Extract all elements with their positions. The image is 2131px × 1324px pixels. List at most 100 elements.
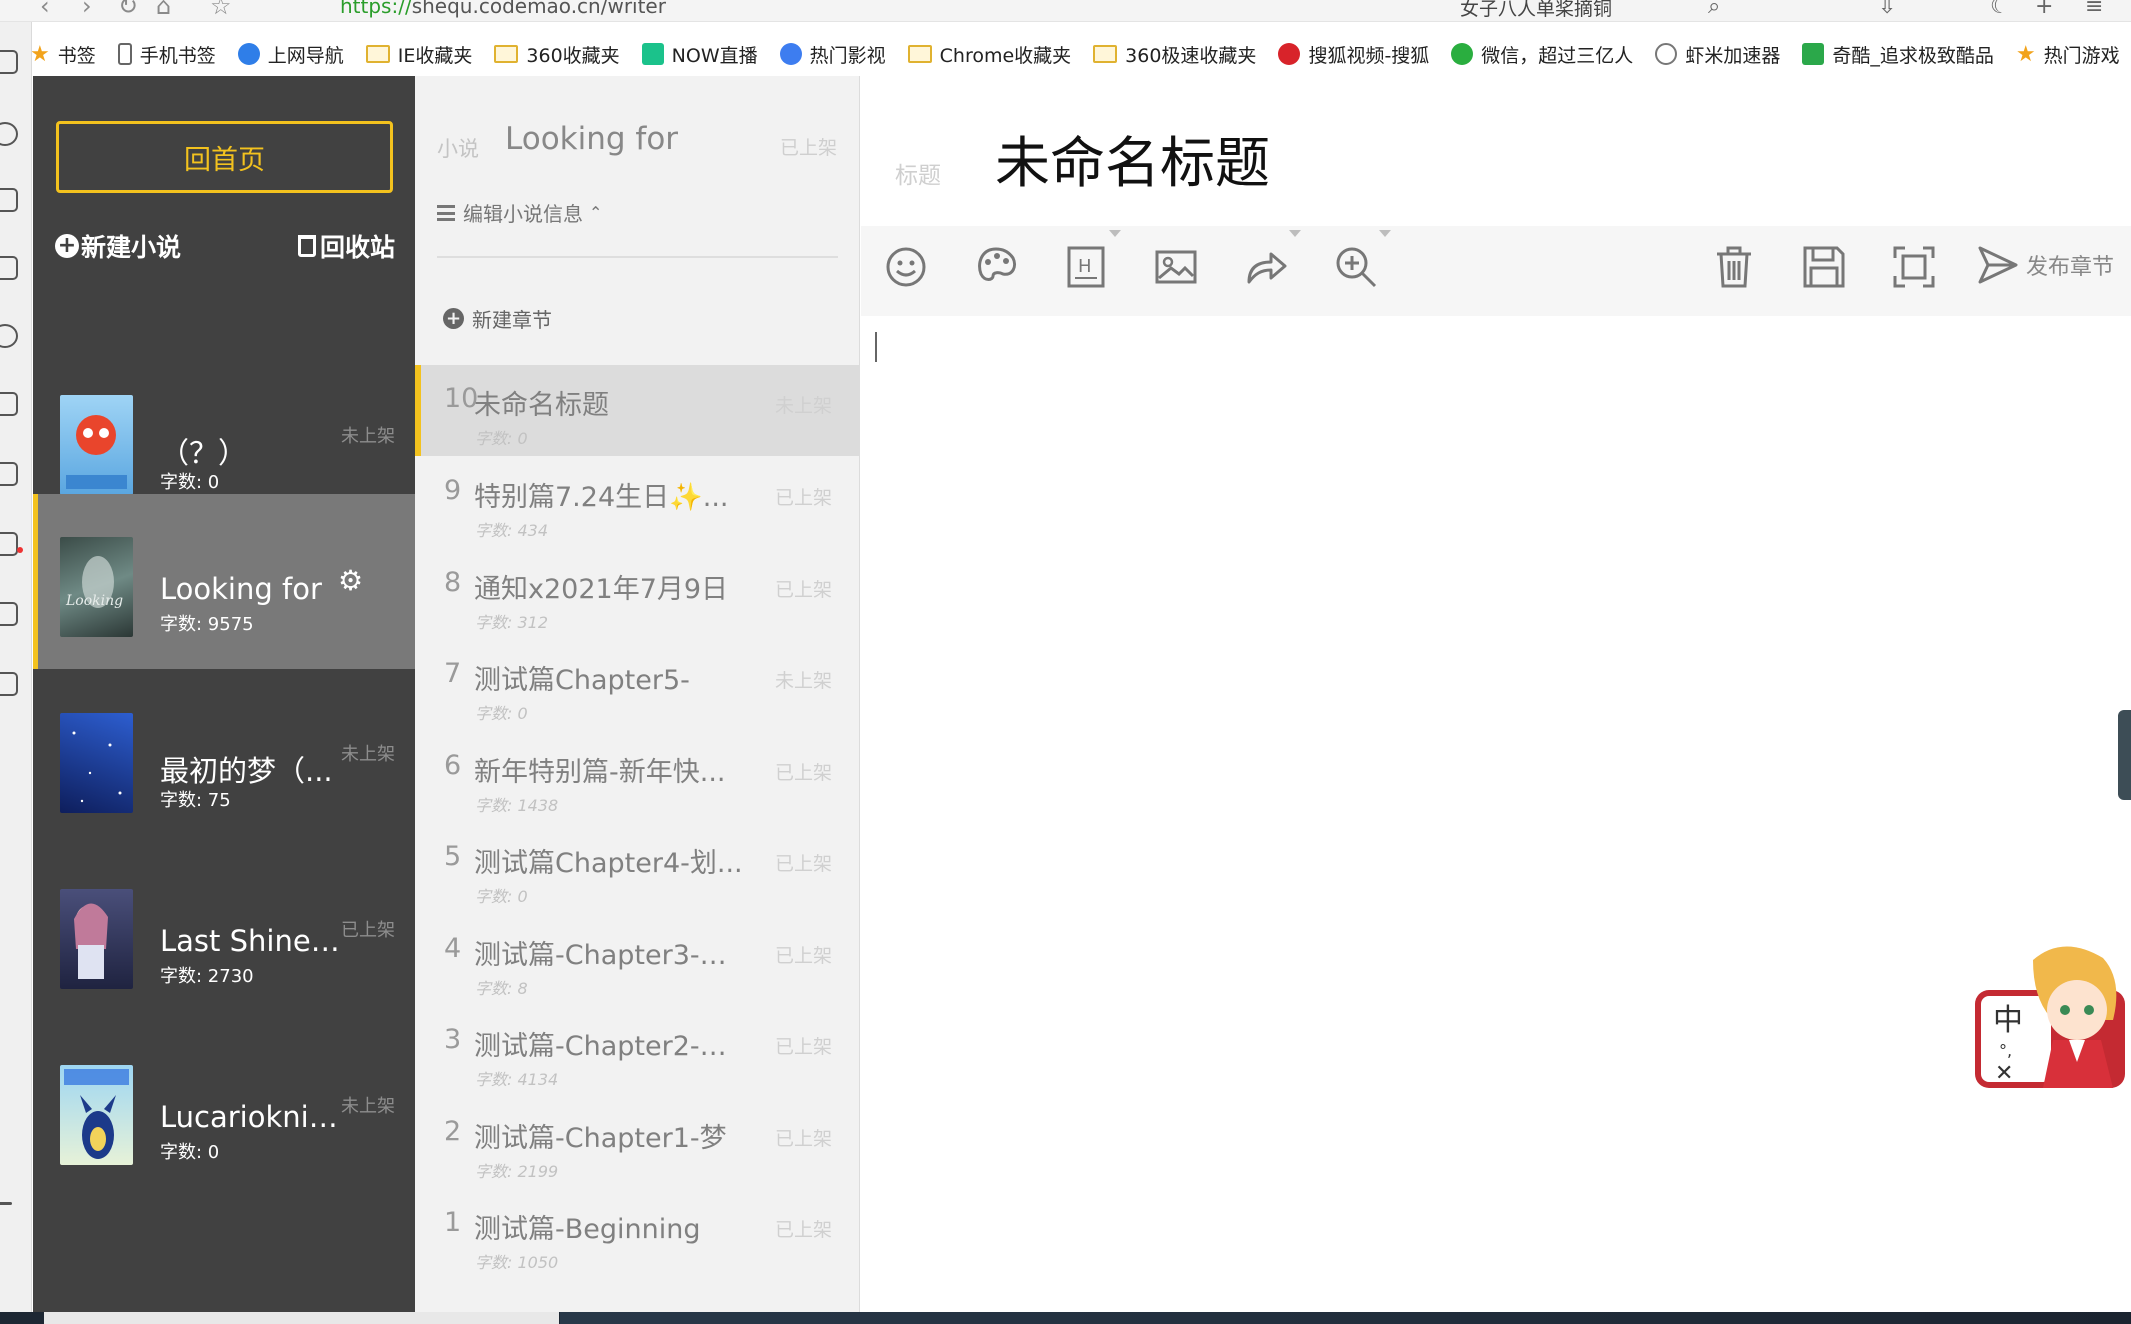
trash-icon[interactable]	[1711, 244, 1757, 290]
novel-cover	[60, 713, 133, 813]
search-hint[interactable]: 女子八人单桨摘铜	[1460, 0, 1612, 21]
book-icon[interactable]	[0, 602, 18, 626]
chapter-item[interactable]: 2 测试篇-Chapter1-梦 字数: 2199 已上架	[415, 1098, 860, 1189]
os-taskbar	[0, 1312, 2131, 1324]
window-icon[interactable]	[0, 188, 18, 212]
chapter-number: 5	[444, 841, 462, 872]
search-icon[interactable]	[0, 122, 18, 146]
chapter-item[interactable]: 6 新年特别篇-新年快... 字数: 1438 已上架	[415, 732, 860, 823]
taskbar-apps[interactable]	[560, 1312, 2131, 1324]
refresh-icon[interactable]: ↻	[118, 0, 138, 20]
chapter-title-input[interactable]: 未命名标题	[995, 118, 1270, 198]
search-icon[interactable]: ⌕	[1708, 0, 1720, 19]
ime-mode-label: 中	[1993, 1003, 2023, 1038]
content-text-area[interactable]	[875, 332, 877, 362]
chapter-item[interactable]: 7 测试篇Chapter5- 字数: 0 未上架	[415, 640, 860, 731]
chapter-item[interactable]: 8 通知x2021年7月9日 字数: 312 已上架	[415, 549, 860, 640]
browser-toolbar: ‹ › ↻ ⌂ ☆ https://shequ.codemao.cn/write…	[0, 0, 2131, 22]
heading-icon[interactable]: H	[1063, 244, 1109, 290]
bookmark-item[interactable]: ★ 书签	[30, 41, 96, 68]
emoji-icon[interactable]	[883, 244, 929, 290]
bookmark-item[interactable]: 上网导航	[237, 41, 344, 68]
chapter-title: 测试篇-Beginning	[474, 1214, 701, 1245]
chapter-number: 7	[444, 658, 462, 689]
palette-icon[interactable]	[973, 244, 1019, 290]
forward-icon[interactable]: ›	[82, 0, 92, 20]
taskbar-search[interactable]	[44, 1312, 559, 1324]
chapter-item[interactable]: 3 测试篇-Chapter2-找... 字数: 4134 已上架	[415, 1006, 860, 1097]
chapter-number: 2	[444, 1116, 462, 1147]
chapter-item[interactable]: 1 测试篇-Beginning 字数: 1050 已上架	[415, 1189, 860, 1280]
night-mode-icon[interactable]: ☾	[1990, 0, 2010, 19]
zoom-in-icon[interactable]	[1333, 244, 1379, 290]
home-icon[interactable]: ⌂	[156, 0, 171, 20]
chapter-word-count: 字数: 2199	[475, 1162, 559, 1181]
edit-novel-info-button[interactable]: 编辑小说信息 ⌃	[437, 198, 602, 227]
new-novel-button[interactable]: + 新建小说	[55, 228, 181, 264]
svg-text:Looking: Looking	[65, 593, 123, 609]
bag-icon[interactable]	[0, 672, 18, 696]
novel-status: 未上架	[341, 1096, 395, 1117]
share-icon[interactable]	[1243, 244, 1289, 290]
new-tab-icon[interactable]: +	[2035, 0, 2053, 19]
bookmark-item[interactable]: 虾米加速器	[1655, 41, 1780, 68]
bookmark-item[interactable]: ★ 热门游戏	[2016, 41, 2120, 68]
home-button[interactable]: 回首页	[56, 121, 393, 193]
novel-item-active[interactable]: Looking Looking for 字数: 9575 ⚙	[33, 494, 415, 669]
novel-word-count: 字数: 2730	[160, 966, 254, 987]
bookmark-item[interactable]: 360极速收藏夹	[1093, 41, 1256, 68]
chevron-down-icon[interactable]	[1109, 230, 1121, 237]
download-icon[interactable]: ⇩	[1878, 0, 1896, 19]
bookmark-item[interactable]: NOW直播	[641, 41, 758, 68]
image-icon[interactable]	[1153, 244, 1199, 290]
address-bar[interactable]: https://shequ.codemao.cn/writer	[340, 0, 666, 18]
chapter-status: 已上架	[774, 853, 832, 875]
star-icon[interactable]	[0, 392, 18, 416]
cover-mascot-image	[66, 415, 127, 489]
bookmark-item[interactable]: 手机书签	[117, 41, 216, 68]
chapter-item-active[interactable]: 10 未命名标题 字数: 0 未上架	[415, 365, 860, 456]
publish-chapter-button[interactable]: 发布章节	[1976, 244, 2114, 286]
chapter-item[interactable]: 4 测试篇-Chapter3-幸... 字数: 8 已上架	[415, 915, 860, 1006]
menu-icon[interactable]: ≡	[2085, 0, 2103, 19]
globe-icon	[1655, 43, 1678, 65]
cart-icon[interactable]	[0, 532, 18, 556]
novel-item[interactable]: Last Shine L... 字数: 2730 已上架	[33, 846, 415, 1021]
chapter-word-count: 字数: 1438	[475, 796, 559, 815]
add-icon[interactable]	[0, 1202, 12, 1205]
back-icon[interactable]: ‹	[40, 0, 50, 20]
bookmark-item[interactable]: 微信，超过三亿人	[1451, 41, 1633, 68]
gear-icon[interactable]: ⚙	[338, 564, 363, 597]
chapter-status: 未上架	[774, 395, 832, 417]
recycle-bin-button[interactable]: 回收站	[298, 228, 395, 264]
bookmark-item[interactable]: 搜狐视频-搜狐	[1278, 41, 1429, 68]
side-widget-tab[interactable]	[2118, 710, 2131, 800]
novel-title: （？）	[160, 436, 248, 470]
chapter-item[interactable]: 5 测试篇Chapter4-划... 字数: 0 已上架	[415, 823, 860, 914]
translate-icon[interactable]	[0, 462, 18, 486]
favorite-star-icon[interactable]: ☆	[210, 0, 232, 20]
folder-icon	[907, 45, 932, 63]
bookmark-item[interactable]: 奇酷_追求极致酷品	[1802, 41, 1994, 68]
live-icon[interactable]	[0, 256, 18, 280]
list-icon[interactable]	[0, 50, 18, 74]
chevron-down-icon[interactable]	[1379, 230, 1391, 237]
novel-item[interactable]: Lucarioknig... 字数: 0 未上架	[33, 1022, 415, 1197]
new-chapter-button[interactable]: + 新建章节	[443, 304, 552, 333]
bookmark-item[interactable]: Chrome收藏夹	[907, 41, 1071, 68]
bookmark-item[interactable]: IE收藏夹	[365, 41, 472, 68]
fullscreen-icon[interactable]	[1891, 244, 1937, 290]
chapter-item[interactable]: 9 特别篇7.24生日✨... 字数: 434 已上架	[415, 457, 860, 548]
chevron-down-icon[interactable]	[1289, 230, 1301, 237]
novel-item[interactable]: 最初的梦（... 字数: 75 未上架	[33, 670, 415, 845]
chapter-status: 已上架	[774, 487, 832, 509]
ime-toolbar[interactable]: 中 °, ✕	[1973, 940, 2131, 1090]
bookmarks-bar: ★ 书签 手机书签 上网导航 IE收藏夹 360收藏夹 NOW直播 热门影视 Ch…	[30, 36, 2131, 72]
bookmark-item[interactable]: 360收藏夹	[494, 41, 620, 68]
bookmark-item[interactable]: 热门影视	[779, 41, 886, 68]
notification-dot	[17, 547, 23, 553]
chat-icon[interactable]	[0, 324, 18, 348]
wechat-icon	[1451, 43, 1474, 65]
save-icon[interactable]	[1801, 244, 1847, 290]
chapter-word-count: 字数: 0	[475, 887, 528, 906]
